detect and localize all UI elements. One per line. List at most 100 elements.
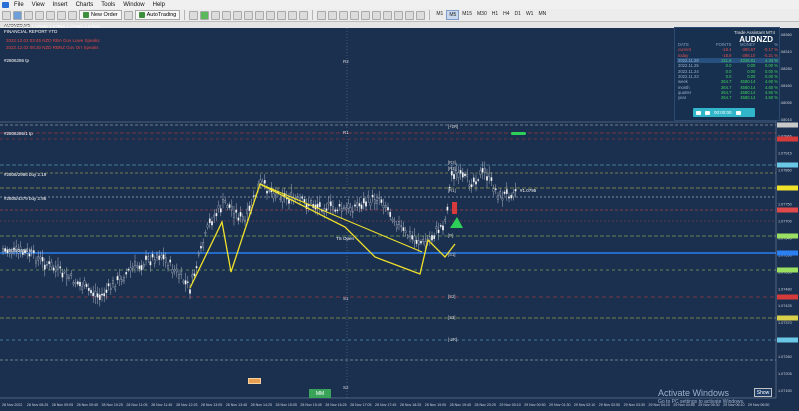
eye-icon[interactable] bbox=[705, 110, 710, 115]
candle-body bbox=[224, 199, 227, 203]
time-tick-label: 28 Nov 17:05 bbox=[350, 403, 371, 407]
show-button[interactable]: Show bbox=[754, 388, 772, 397]
menu-charts[interactable]: Charts bbox=[74, 2, 100, 8]
timeframe-m30[interactable]: M30 bbox=[475, 10, 489, 20]
candle-body bbox=[112, 280, 114, 285]
indicators-icon[interactable] bbox=[277, 10, 287, 20]
price-tick-label: 1.07750 bbox=[778, 203, 792, 207]
candle-body bbox=[48, 261, 51, 265]
horizontal-line-icon[interactable] bbox=[350, 10, 360, 20]
timeframe-bar: M1 M5 M15 M30 H1 H4 D1 W1 MN bbox=[434, 10, 548, 20]
meta-editor-icon[interactable] bbox=[123, 10, 133, 20]
candle-body bbox=[435, 226, 438, 230]
candle-body bbox=[123, 277, 125, 282]
time-tick-label: 29 Nov 03:30 bbox=[624, 403, 645, 407]
candle-body bbox=[202, 242, 205, 248]
new-order-button[interactable]: New Order bbox=[79, 10, 122, 20]
candle-body bbox=[131, 266, 134, 269]
trendline-icon[interactable] bbox=[361, 10, 371, 20]
market-watch-icon[interactable] bbox=[24, 10, 33, 20]
stats-table: DATE POINTS MONEY% current -18.4 -390.67 -0.17… bbox=[677, 42, 779, 100]
time-tick-label: 29 Nov 02:50 bbox=[599, 403, 620, 407]
mm-button[interactable]: MM bbox=[309, 389, 331, 398]
price-tick-label: 1.07480 bbox=[778, 287, 792, 291]
camera-icon[interactable] bbox=[696, 110, 701, 115]
timeframe-m15[interactable]: M15 bbox=[460, 10, 474, 20]
vertical-line-icon[interactable] bbox=[339, 10, 349, 20]
stats-cell: 264.7 bbox=[720, 95, 732, 101]
label-tool-icon[interactable] bbox=[405, 10, 415, 20]
candle-body bbox=[358, 203, 361, 207]
pivot-label: [S3] bbox=[448, 315, 455, 320]
tile-windows-icon[interactable] bbox=[244, 10, 254, 20]
strategy-tester-icon[interactable] bbox=[68, 10, 77, 20]
new-chart-icon[interactable] bbox=[2, 10, 11, 20]
candle-body bbox=[266, 190, 268, 194]
settings-icon[interactable] bbox=[735, 110, 741, 115]
candle-body bbox=[197, 252, 200, 256]
timeframe-h1[interactable]: H1 bbox=[490, 10, 500, 20]
timeframe-mn[interactable]: MN bbox=[536, 10, 548, 20]
autoscroll-icon[interactable] bbox=[266, 10, 276, 20]
candle-body bbox=[182, 280, 185, 283]
arrows-icon[interactable] bbox=[416, 10, 426, 20]
timeframe-m1[interactable]: M1 bbox=[434, 10, 445, 20]
candle-body bbox=[376, 200, 378, 204]
terminal-icon[interactable] bbox=[57, 10, 66, 20]
crosshair-icon[interactable] bbox=[328, 10, 338, 20]
panel-control-bar[interactable]: 00:00:00 bbox=[693, 108, 755, 117]
autotrading-button[interactable]: AutoTrading bbox=[134, 10, 181, 20]
menu-view[interactable]: View bbox=[30, 2, 51, 8]
candle-body bbox=[303, 199, 306, 203]
candle-body bbox=[349, 207, 352, 212]
chart-shift-icon[interactable] bbox=[255, 10, 265, 20]
timeframe-h4[interactable]: H4 bbox=[501, 10, 511, 20]
profiles-icon[interactable] bbox=[13, 10, 22, 20]
candle-body bbox=[479, 170, 482, 175]
candle-body bbox=[94, 291, 97, 297]
candle-body bbox=[501, 197, 504, 201]
candle-body bbox=[387, 207, 389, 211]
candle-body bbox=[492, 188, 495, 192]
menu-window[interactable]: Window bbox=[121, 2, 150, 8]
data-window-icon[interactable] bbox=[35, 10, 44, 20]
periods-icon[interactable] bbox=[288, 10, 298, 20]
templates-icon[interactable] bbox=[299, 10, 309, 20]
candle-body bbox=[431, 235, 433, 241]
channel-icon[interactable] bbox=[372, 10, 382, 20]
fibonacci-icon[interactable] bbox=[383, 10, 393, 20]
candle-body bbox=[415, 239, 418, 244]
timeframe-m5[interactable]: M5 bbox=[446, 10, 460, 20]
candle-body bbox=[263, 180, 266, 184]
menu-help[interactable]: Help bbox=[151, 2, 171, 8]
timeframe-w1[interactable]: W1 bbox=[524, 10, 536, 20]
candle-body bbox=[494, 188, 497, 190]
candle-body bbox=[120, 279, 123, 282]
candle-body bbox=[65, 274, 68, 279]
pivot-label: [P] bbox=[448, 233, 453, 238]
candle-body bbox=[32, 250, 35, 254]
cursor-icon[interactable] bbox=[317, 10, 327, 20]
candle-body bbox=[508, 196, 510, 199]
zoom-in-icon[interactable] bbox=[222, 10, 232, 20]
candle-body bbox=[215, 213, 218, 217]
menu-tools[interactable]: Tools bbox=[99, 2, 121, 8]
time-tick-label: 28 Nov 15:05 bbox=[276, 403, 297, 407]
candlestick-icon[interactable] bbox=[200, 10, 210, 20]
menu-insert[interactable]: Insert bbox=[51, 2, 74, 8]
navigator-icon[interactable] bbox=[46, 10, 55, 20]
zoom-out-icon[interactable] bbox=[233, 10, 243, 20]
text-tool-icon[interactable] bbox=[394, 10, 404, 20]
candle-body bbox=[186, 281, 189, 283]
timeframe-d1[interactable]: D1 bbox=[513, 10, 523, 20]
candle-body bbox=[43, 264, 46, 270]
candle-body bbox=[160, 255, 163, 259]
candle-body bbox=[365, 201, 367, 207]
app-icon bbox=[2, 1, 9, 8]
line-chart-icon[interactable] bbox=[211, 10, 221, 20]
bar-chart-icon[interactable] bbox=[189, 10, 199, 20]
orange-marker[interactable] bbox=[248, 378, 261, 384]
menu-file[interactable]: File bbox=[12, 2, 30, 8]
candle-body bbox=[156, 254, 158, 258]
candle-body bbox=[61, 272, 64, 278]
